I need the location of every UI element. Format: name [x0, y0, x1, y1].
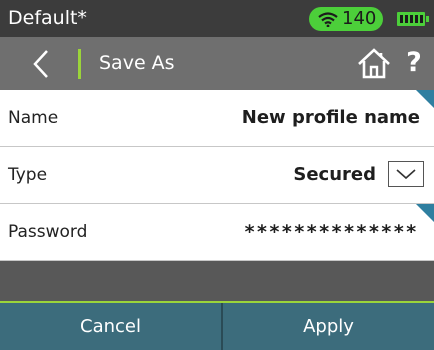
wifi-icon — [318, 12, 338, 27]
edit-corner-icon — [416, 204, 434, 222]
home-icon — [358, 48, 390, 79]
chevron-left-icon — [33, 50, 48, 78]
password-value[interactable]: ************** — [244, 220, 418, 244]
type-dropdown[interactable] — [388, 161, 424, 187]
name-row[interactable]: Name New profile name — [0, 90, 434, 147]
signal-value: 140 — [342, 8, 377, 29]
chevron-down-icon — [396, 169, 416, 180]
help-button[interactable]: ? — [402, 45, 426, 81]
save-as-screen: Default* 140 Save As ? Name New profile … — [0, 0, 434, 350]
signal-badge: 140 — [309, 7, 383, 31]
back-button[interactable] — [0, 37, 78, 90]
apply-button[interactable]: Apply — [223, 303, 434, 350]
cancel-button[interactable]: Cancel — [0, 303, 221, 350]
battery-icon — [397, 12, 429, 26]
nav-bar: Save As ? — [0, 37, 434, 90]
name-label: Name — [8, 108, 59, 128]
page-title: Save As — [99, 52, 175, 74]
nav-divider — [78, 49, 81, 79]
status-bar: Default* 140 — [0, 0, 434, 37]
profile-title: Default* — [8, 7, 87, 29]
password-label: Password — [8, 222, 88, 242]
type-label: Type — [8, 165, 48, 185]
footer-bar: Cancel Apply — [0, 303, 434, 350]
home-button[interactable] — [356, 45, 392, 81]
type-value: Secured — [293, 164, 376, 185]
type-row[interactable]: Type Secured — [0, 147, 434, 204]
password-row[interactable]: Password ************** — [0, 204, 434, 261]
edit-corner-icon — [416, 90, 434, 108]
settings-list: Name New profile name Type Secured Passw… — [0, 90, 434, 261]
name-value[interactable]: New profile name — [242, 106, 420, 130]
